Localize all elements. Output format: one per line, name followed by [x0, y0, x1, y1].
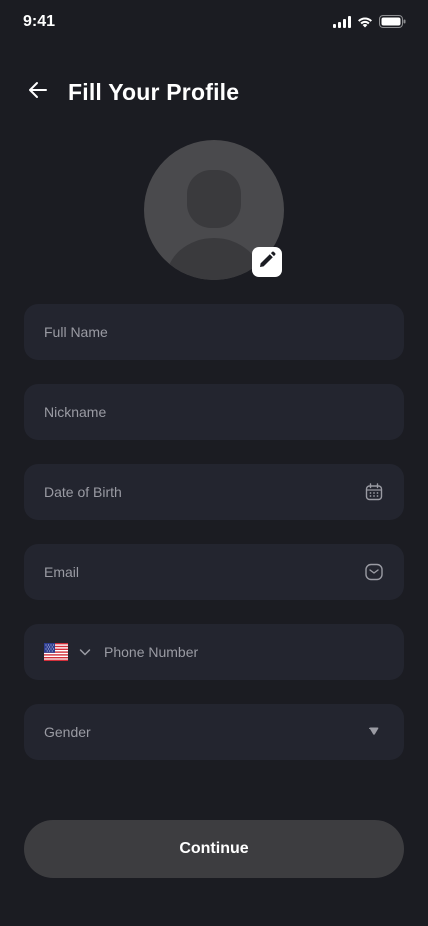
wifi-icon — [357, 15, 373, 33]
caret-down-icon — [364, 722, 384, 742]
back-button[interactable] — [24, 78, 52, 106]
us-flag-icon[interactable] — [44, 643, 68, 661]
date-of-birth-placeholder: Date of Birth — [44, 484, 122, 500]
gender-select[interactable]: Gender — [24, 704, 404, 760]
full-name-field[interactable]: Full Name — [24, 304, 404, 360]
status-bar: 9:41 — [0, 0, 428, 44]
page-title: Fill Your Profile — [68, 78, 240, 105]
email-field[interactable]: Email — [24, 544, 404, 600]
fill-profile-screen: 9:41 Fill Your Profile Full Name Nicknam… — [0, 0, 428, 926]
nickname-placeholder: Nickname — [44, 404, 107, 420]
chevron-down-icon[interactable] — [78, 645, 92, 659]
header: Fill Your Profile — [24, 72, 404, 112]
nickname-field[interactable]: Nickname — [24, 384, 404, 440]
edit-avatar-button[interactable] — [252, 247, 282, 277]
signal-icon — [333, 15, 351, 33]
continue-button[interactable]: Continue — [24, 820, 404, 878]
status-icons — [333, 15, 406, 33]
full-name-placeholder: Full Name — [44, 324, 108, 340]
mail-icon — [364, 562, 384, 582]
status-time: 9:41 — [23, 13, 56, 30]
gender-placeholder: Gender — [44, 724, 91, 740]
email-placeholder: Email — [44, 564, 80, 580]
phone-number-placeholder: Phone Number — [104, 644, 199, 660]
calendar-icon[interactable] — [364, 482, 384, 502]
avatar-container — [144, 140, 284, 280]
phone-number-field[interactable]: Phone Number — [24, 624, 404, 680]
date-of-birth-field[interactable]: Date of Birth — [24, 464, 404, 520]
arrow-left-icon — [26, 78, 50, 107]
pencil-icon — [258, 251, 276, 274]
battery-icon — [379, 15, 406, 33]
